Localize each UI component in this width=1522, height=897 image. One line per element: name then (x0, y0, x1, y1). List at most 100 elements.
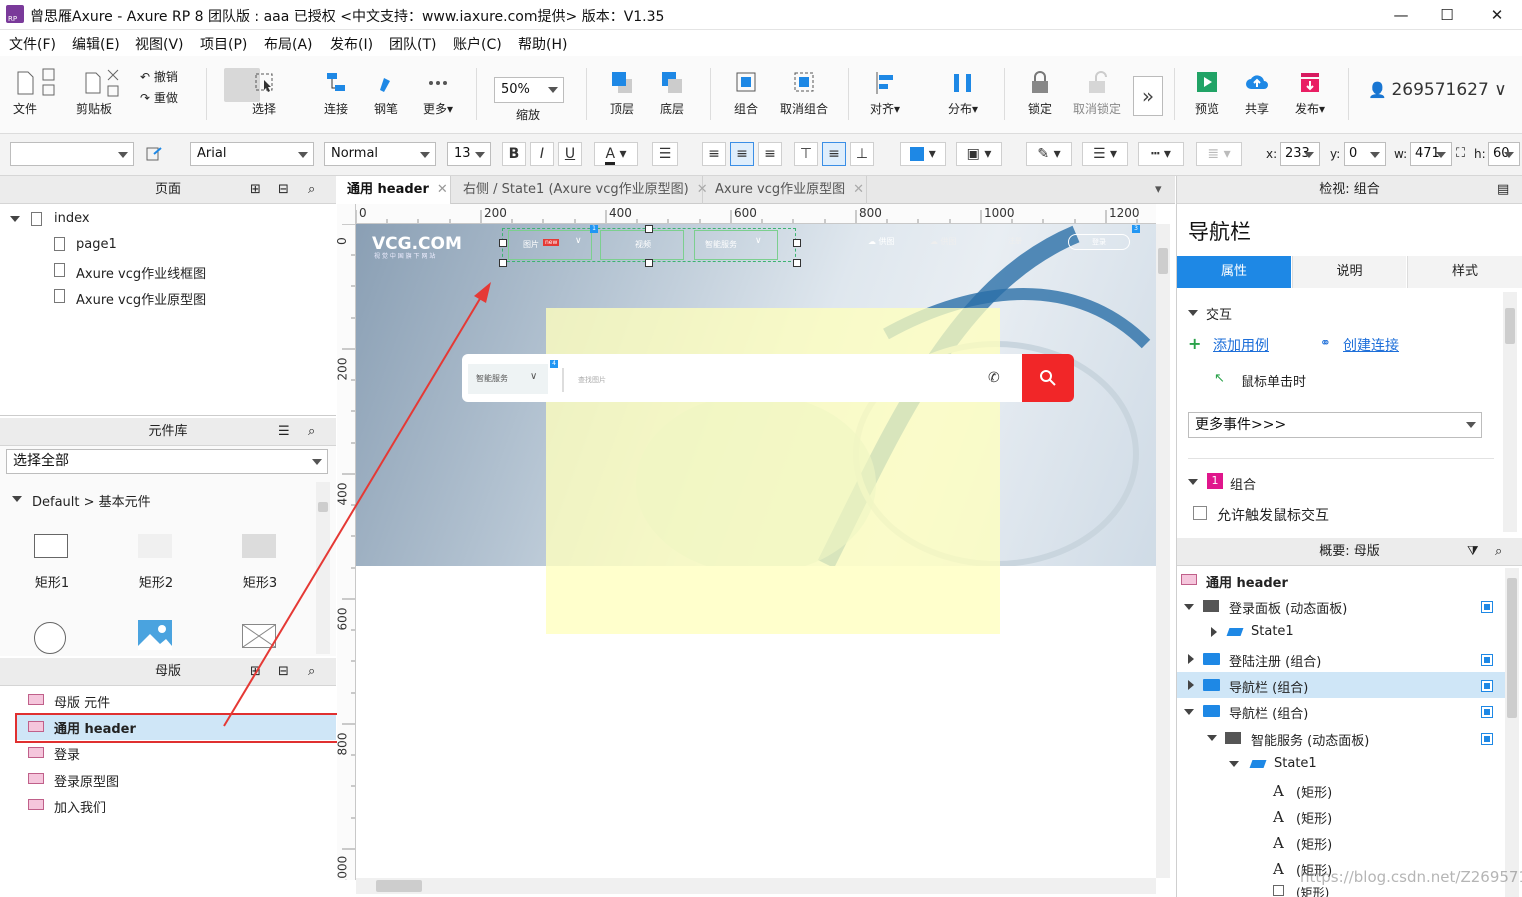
menu-view[interactable]: 视图(V) (135, 34, 184, 54)
resize-handle[interactable] (793, 259, 801, 267)
select-tool[interactable]: 选择 (226, 70, 302, 117)
align-center-button[interactable]: ≡ (730, 142, 754, 166)
register-link[interactable]: 注册 (1008, 236, 1022, 246)
lock-button[interactable]: 锁定 (1022, 70, 1058, 117)
resize-handle[interactable] (499, 239, 507, 247)
italic-button[interactable]: I (530, 142, 554, 166)
outline-smart-service[interactable]: 智能服务 (动态面板) (1251, 730, 1369, 749)
save-icon[interactable] (42, 68, 56, 98)
publish-button[interactable]: 发布▾ (1290, 70, 1330, 117)
visibility-icon[interactable] (1481, 733, 1493, 745)
collapse-arrow-icon[interactable] (1184, 709, 1194, 715)
rectangle3-widget[interactable] (242, 534, 276, 558)
visibility-icon[interactable] (1481, 706, 1493, 718)
user-account[interactable]: 👤 269571627 ∨ (1368, 80, 1507, 100)
redo-button[interactable]: ↷ 重做 (140, 89, 178, 106)
tab-header[interactable]: 通用 header ✕ (337, 176, 451, 204)
y-input[interactable]: 0 (1344, 142, 1386, 166)
overflow-chevron-icon[interactable]: » (1133, 76, 1163, 116)
outline-rect[interactable]: (矩形) (1296, 782, 1332, 801)
nav-item-video[interactable]: 视频 (600, 230, 684, 260)
resize-handle[interactable] (499, 259, 507, 267)
bold-button[interactable]: B (502, 142, 526, 166)
distribute-button[interactable]: 分布▾ (942, 70, 984, 117)
page-item-index[interactable]: index (54, 211, 90, 226)
search-category-select[interactable]: 智能服务 ∨ (468, 364, 548, 394)
collapse-arrow-icon[interactable] (1184, 604, 1194, 610)
visibility-icon[interactable] (1481, 680, 1493, 692)
line-style-button[interactable]: ┅ ▾ (1138, 142, 1184, 166)
tab-notes[interactable]: 说明 (1292, 256, 1406, 288)
fill-color-button[interactable]: ▾ (900, 142, 946, 166)
group-button[interactable]: 组合 (728, 70, 764, 117)
menu-edit[interactable]: 编辑(E) (72, 34, 120, 54)
visibility-icon[interactable] (1481, 601, 1493, 613)
align-right-button[interactable]: ≡ (758, 142, 782, 166)
design-canvas[interactable]: VCG.COM 视 觉 中 国 旗 下 网 站 图片 new ∨ 视频 智能服务… (356, 224, 1156, 878)
x-input[interactable]: 233 (1280, 142, 1320, 166)
master-item[interactable]: 登录 (54, 744, 80, 763)
add-folder-icon[interactable]: ⊟ (278, 658, 289, 686)
search-icon[interactable]: ⌕ (1495, 538, 1502, 566)
supply-link-2[interactable]: ☁ 供图 (930, 236, 957, 247)
w-input[interactable]: 471 (1410, 142, 1452, 166)
rectangle1-widget[interactable] (34, 534, 68, 558)
outline-login-panel[interactable]: 登录面板 (动态面板) (1229, 598, 1347, 617)
search-icon[interactable]: ⌕ (308, 658, 315, 686)
undo-button[interactable]: ↶ 撤销 (140, 68, 178, 85)
page-item-prototype[interactable]: Axure vcg作业原型图 (76, 289, 206, 308)
menu-help[interactable]: 帮助(H) (518, 34, 567, 54)
add-page-icon[interactable]: ⊞ (250, 176, 261, 204)
collapse-arrow-icon[interactable] (12, 496, 22, 502)
bullet-list-button[interactable]: ☰ (652, 142, 678, 166)
phone-icon[interactable]: ✆ (988, 370, 1000, 386)
outline-state1[interactable]: State1 (1274, 756, 1317, 771)
close-icon[interactable]: ✕ (853, 182, 864, 197)
underline-button[interactable]: U (558, 142, 582, 166)
canvas-vertical-scrollbar[interactable] (1156, 224, 1170, 878)
font-style-select[interactable]: Normal (324, 142, 436, 166)
collapse-arrow-icon[interactable] (10, 216, 20, 222)
outline-rect[interactable]: (矩形) (1296, 834, 1332, 853)
unlock-button[interactable]: 取消锁定 (1070, 70, 1124, 117)
collapse-arrow-icon[interactable] (1188, 310, 1198, 316)
outline-rect[interactable]: (矩形) (1296, 808, 1332, 827)
ellipse-widget[interactable] (34, 622, 66, 654)
menu-icon[interactable]: ☰ (278, 418, 290, 446)
add-case-link[interactable]: 添加用例 (1213, 335, 1269, 355)
tab-prototype[interactable]: Axure vcg作业原型图 ✕ (705, 176, 867, 204)
close-button[interactable]: ✕ (1474, 0, 1520, 30)
connect-tool[interactable]: 连接 (320, 70, 352, 117)
widget-name[interactable]: 导航栏 (1188, 216, 1251, 246)
onclick-event[interactable]: 鼠标单击时 (1241, 371, 1306, 390)
font-family-select[interactable]: Arial (190, 142, 314, 166)
page-notes-icon[interactable]: ▤ (1497, 176, 1509, 204)
visibility-icon[interactable] (1481, 654, 1493, 666)
arrow-style-button[interactable]: ≣ ▾ (1196, 142, 1242, 166)
placeholder-widget-icon[interactable] (242, 624, 276, 648)
valign-bottom-button[interactable]: ⊥ (850, 142, 874, 166)
text-color-button[interactable]: A ▾ (594, 142, 638, 166)
master-item[interactable]: 登录原型图 (54, 771, 119, 790)
menu-layout[interactable]: 布局(A) (264, 34, 313, 54)
collapse-arrow-icon[interactable] (1229, 761, 1239, 767)
nav-item-images[interactable]: 图片 new ∨ (508, 230, 592, 260)
menu-project[interactable]: 项目(P) (200, 34, 247, 54)
collapse-arrow-icon[interactable] (1188, 479, 1198, 485)
send-to-back-button[interactable]: 底层 (654, 70, 690, 117)
outline-state1[interactable]: State1 (1251, 624, 1294, 639)
expand-arrow-icon[interactable] (1188, 680, 1194, 690)
align-left-button[interactable]: ≡ (702, 142, 726, 166)
canvas-horizontal-scrollbar[interactable] (356, 878, 1156, 894)
filter-icon[interactable]: ⧩ (1467, 538, 1479, 566)
preview-button[interactable]: 预览 (1190, 70, 1224, 117)
image-widget-icon[interactable] (138, 620, 172, 650)
widget-style-select[interactable] (10, 142, 134, 166)
search-icon[interactable]: ⌕ (308, 176, 315, 204)
library-select[interactable]: 选择全部 (6, 449, 328, 474)
ungroup-button[interactable]: 取消组合 (776, 70, 832, 117)
style-paint-icon[interactable] (146, 146, 164, 162)
maximize-button[interactable]: ☐ (1424, 0, 1470, 30)
more-tools[interactable]: 更多▾ (418, 70, 458, 117)
collapse-arrow-icon[interactable] (1207, 735, 1217, 741)
